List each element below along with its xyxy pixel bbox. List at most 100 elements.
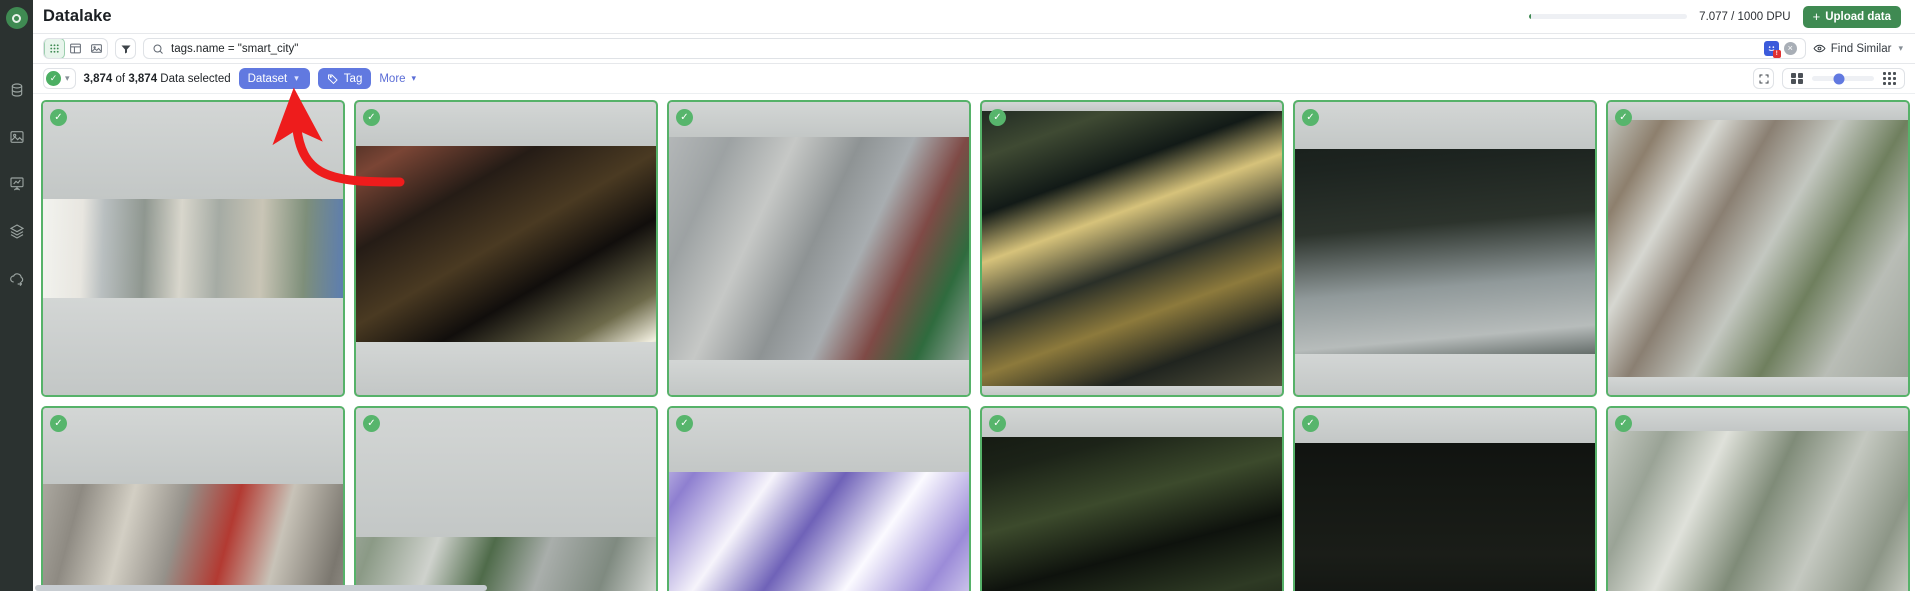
chevron-down-icon: ▾ xyxy=(411,73,417,83)
eye-icon xyxy=(1813,44,1826,53)
card-checkbox[interactable]: ✓ xyxy=(676,415,693,432)
selection-summary: 3,874 of 3,874 Data selected xyxy=(84,73,231,85)
card-item[interactable]: ✓ xyxy=(354,100,658,397)
card-checkbox[interactable]: ✓ xyxy=(989,109,1006,126)
search-toolbar: ! × Find Similar ▾ xyxy=(33,34,1915,64)
card-item[interactable]: ✓ xyxy=(41,100,345,397)
funnel-icon xyxy=(121,45,130,53)
total-count: 3,874 xyxy=(128,72,158,85)
more-label: More xyxy=(379,72,406,85)
filter-button[interactable] xyxy=(115,38,136,59)
plus-icon: + xyxy=(1812,9,1821,24)
cloud-export-icon xyxy=(9,273,23,286)
card-item[interactable]: ✓ xyxy=(1293,406,1597,591)
selection-of: of xyxy=(115,72,126,85)
select-all-dropdown[interactable]: ✓ ▾ xyxy=(43,68,76,89)
dataset-button[interactable]: Dataset ▾ xyxy=(238,68,310,89)
card-checkbox[interactable]: ✓ xyxy=(1615,109,1632,126)
letterbox-band-top xyxy=(43,102,343,199)
alert-badge: ! xyxy=(1772,50,1781,58)
selected-count: 3,874 xyxy=(83,72,113,85)
smiley-alert-icon[interactable]: ! xyxy=(1763,41,1781,58)
chart-board-icon xyxy=(9,177,24,191)
upload-data-button[interactable]: + Upload data xyxy=(1802,5,1901,28)
fullscreen-button[interactable] xyxy=(1753,68,1774,89)
table-icon xyxy=(70,43,81,54)
card-item[interactable]: ✓ xyxy=(41,406,345,591)
letterbox-band-top xyxy=(1295,102,1595,149)
app-header: Datalake 7.077 / 1000 DPU + Upload data xyxy=(33,0,1915,34)
dataset-label: Dataset xyxy=(247,72,288,85)
card-item[interactable]: ✓ xyxy=(1293,100,1597,397)
sidebar-item-images[interactable] xyxy=(4,124,30,150)
selection-toolbar: ✓ ▾ 3,874 of 3,874 Data selected Dataset… xyxy=(33,64,1915,94)
grid-large-icon[interactable] xyxy=(1791,72,1803,85)
letterbox-band-top xyxy=(43,408,343,485)
picture-icon xyxy=(91,44,102,53)
letterbox-band-bottom xyxy=(669,359,969,395)
sidebar-item-analytics[interactable] xyxy=(4,171,30,197)
letterbox-band-top xyxy=(982,408,1282,438)
search-input[interactable] xyxy=(171,42,1757,55)
selection-suffix: Data selected xyxy=(160,72,231,85)
card-checkbox[interactable]: ✓ xyxy=(989,415,1006,432)
card-item[interactable]: ✓ xyxy=(980,100,1284,397)
letterbox-band-top xyxy=(356,408,656,537)
card-checkbox[interactable]: ✓ xyxy=(50,109,67,126)
card-item[interactable]: ✓ xyxy=(980,406,1284,591)
header-actions: 7.077 / 1000 DPU + Upload data xyxy=(1529,5,1901,28)
clear-search-icon[interactable]: × xyxy=(1783,42,1797,55)
more-button[interactable]: More ▾ xyxy=(379,73,418,85)
table-view-button[interactable] xyxy=(65,39,86,58)
main-column: Datalake 7.077 / 1000 DPU + Upload data xyxy=(33,0,1915,591)
tag-button[interactable]: Tag xyxy=(317,68,372,89)
sidebar-item-layers[interactable] xyxy=(4,218,30,244)
card-item[interactable]: ✓ xyxy=(667,406,971,591)
tag-icon xyxy=(327,74,338,84)
card-checkbox[interactable]: ✓ xyxy=(1302,109,1319,126)
search-field-actions: ! × xyxy=(1763,41,1797,58)
tag-label: Tag xyxy=(343,72,363,85)
card-item[interactable]: ✓ xyxy=(667,100,971,397)
card-checkbox[interactable]: ✓ xyxy=(363,415,380,432)
view-mode-switcher xyxy=(43,38,108,59)
slider-track[interactable] xyxy=(1811,73,1874,84)
horizontal-scrollbar[interactable] xyxy=(33,585,1915,591)
slider-thumb[interactable] xyxy=(1833,73,1845,84)
grid-small-icon[interactable] xyxy=(1882,71,1896,86)
chevron-down-icon: ▾ xyxy=(1898,43,1903,53)
letterbox-band-bottom xyxy=(356,342,656,395)
grid-dots-icon xyxy=(50,44,59,53)
sidebar-item-export[interactable] xyxy=(4,265,30,291)
card-thumbnail xyxy=(669,102,969,395)
card-checkbox[interactable]: ✓ xyxy=(1615,415,1632,432)
card-item[interactable]: ✓ xyxy=(1606,406,1910,591)
sidebar-item-database[interactable] xyxy=(4,77,30,103)
card-checkbox[interactable]: ✓ xyxy=(363,109,380,126)
find-similar-button[interactable]: Find Similar ▾ xyxy=(1813,42,1905,55)
letterbox-band-bottom xyxy=(982,386,1282,395)
view-controls xyxy=(1753,68,1905,89)
circle-logo-icon xyxy=(5,7,28,29)
chevron-down-icon: ▾ xyxy=(294,73,299,83)
letterbox-band-top xyxy=(982,102,1282,111)
letterbox-band-top xyxy=(1608,408,1908,432)
letterbox-band-top xyxy=(1295,408,1595,444)
search-field-wrapper[interactable]: ! × xyxy=(143,38,1806,59)
card-item[interactable]: ✓ xyxy=(354,406,658,591)
card-checkbox[interactable]: ✓ xyxy=(50,415,67,432)
check-icon: ✓ xyxy=(46,71,61,86)
letterbox-band-top xyxy=(669,408,969,473)
grid-view-button[interactable] xyxy=(44,39,65,58)
card-checkbox[interactable]: ✓ xyxy=(1302,415,1319,432)
find-similar-label: Find Similar xyxy=(1830,42,1892,55)
scrollbar-thumb xyxy=(35,585,487,591)
card-checkbox[interactable]: ✓ xyxy=(676,109,693,126)
card-thumbnail xyxy=(1608,102,1908,395)
page-title: Datalake xyxy=(43,7,112,25)
data-grid[interactable]: ✓ ✓ ✓ ✓ ✓ ✓ ✓ ✓ ✓ ✓ ✓ ✓ xyxy=(33,94,1915,591)
card-item[interactable]: ✓ xyxy=(1606,100,1910,397)
letterbox-band-top xyxy=(1608,102,1908,120)
image-view-button[interactable] xyxy=(86,39,107,58)
thumbnail-size-slider[interactable] xyxy=(1782,68,1905,89)
